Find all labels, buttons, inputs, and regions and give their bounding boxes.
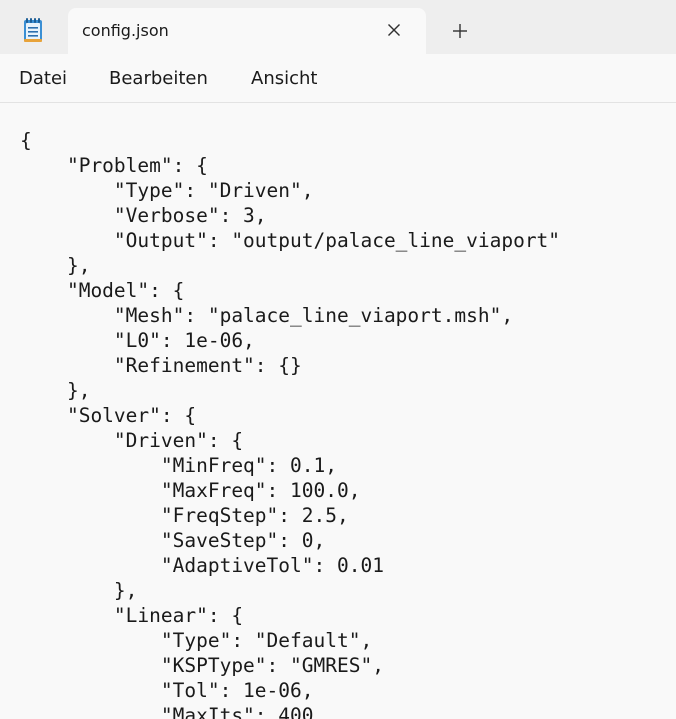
text-editor[interactable]: { "Problem": { "Type": "Driven", "Verbos… xyxy=(0,103,676,719)
code-line: "Solver": { xyxy=(20,404,197,427)
code-line: "MaxIts": 400 xyxy=(20,704,314,719)
tab-title: config.json xyxy=(82,21,169,40)
tab-config-json[interactable]: config.json xyxy=(68,8,426,54)
code-line: "Mesh": "palace_line_viaport.msh", xyxy=(20,304,514,327)
code-line: "L0": 1e-06, xyxy=(20,329,255,352)
menu-item-ansicht[interactable]: Ansicht xyxy=(251,67,317,91)
code-line: "AdaptiveTol": 0.01 xyxy=(20,554,384,577)
code-line: }, xyxy=(20,379,91,402)
code-line: "KSPType": "GMRES", xyxy=(20,654,384,677)
menu-item-datei[interactable]: Datei xyxy=(19,67,67,91)
menu-bar: Datei Bearbeiten Ansicht xyxy=(0,54,676,103)
code-line: "Type": "Default", xyxy=(20,629,373,652)
plus-icon[interactable] xyxy=(448,19,472,43)
title-bar: config.json xyxy=(0,0,676,54)
code-line: { xyxy=(20,129,32,152)
code-line: "MaxFreq": 100.0, xyxy=(20,479,361,502)
code-line: "Problem": { xyxy=(20,154,208,177)
code-line: "Verbose": 3, xyxy=(20,204,267,227)
menu-item-bearbeiten[interactable]: Bearbeiten xyxy=(109,67,208,91)
code-line: "SaveStep": 0, xyxy=(20,529,326,552)
code-line: "Output": "output/palace_line_viaport" xyxy=(20,229,561,252)
code-line: "Driven": { xyxy=(20,429,244,452)
notepad-icon xyxy=(24,18,42,42)
code-line: "MinFreq": 0.1, xyxy=(20,454,337,477)
code-line: "Model": { xyxy=(20,279,185,302)
editor-content: { "Problem": { "Type": "Driven", "Verbos… xyxy=(20,128,560,719)
code-line: "Refinement": {} xyxy=(20,354,302,377)
code-line: "Type": "Driven", xyxy=(20,179,314,202)
code-line: }, xyxy=(20,579,138,602)
code-line: "Tol": 1e-06, xyxy=(20,679,314,702)
code-line: "FreqStep": 2.5, xyxy=(20,504,349,527)
code-line: "Linear": { xyxy=(20,604,244,627)
close-icon[interactable] xyxy=(382,18,406,42)
code-line: }, xyxy=(20,254,91,277)
